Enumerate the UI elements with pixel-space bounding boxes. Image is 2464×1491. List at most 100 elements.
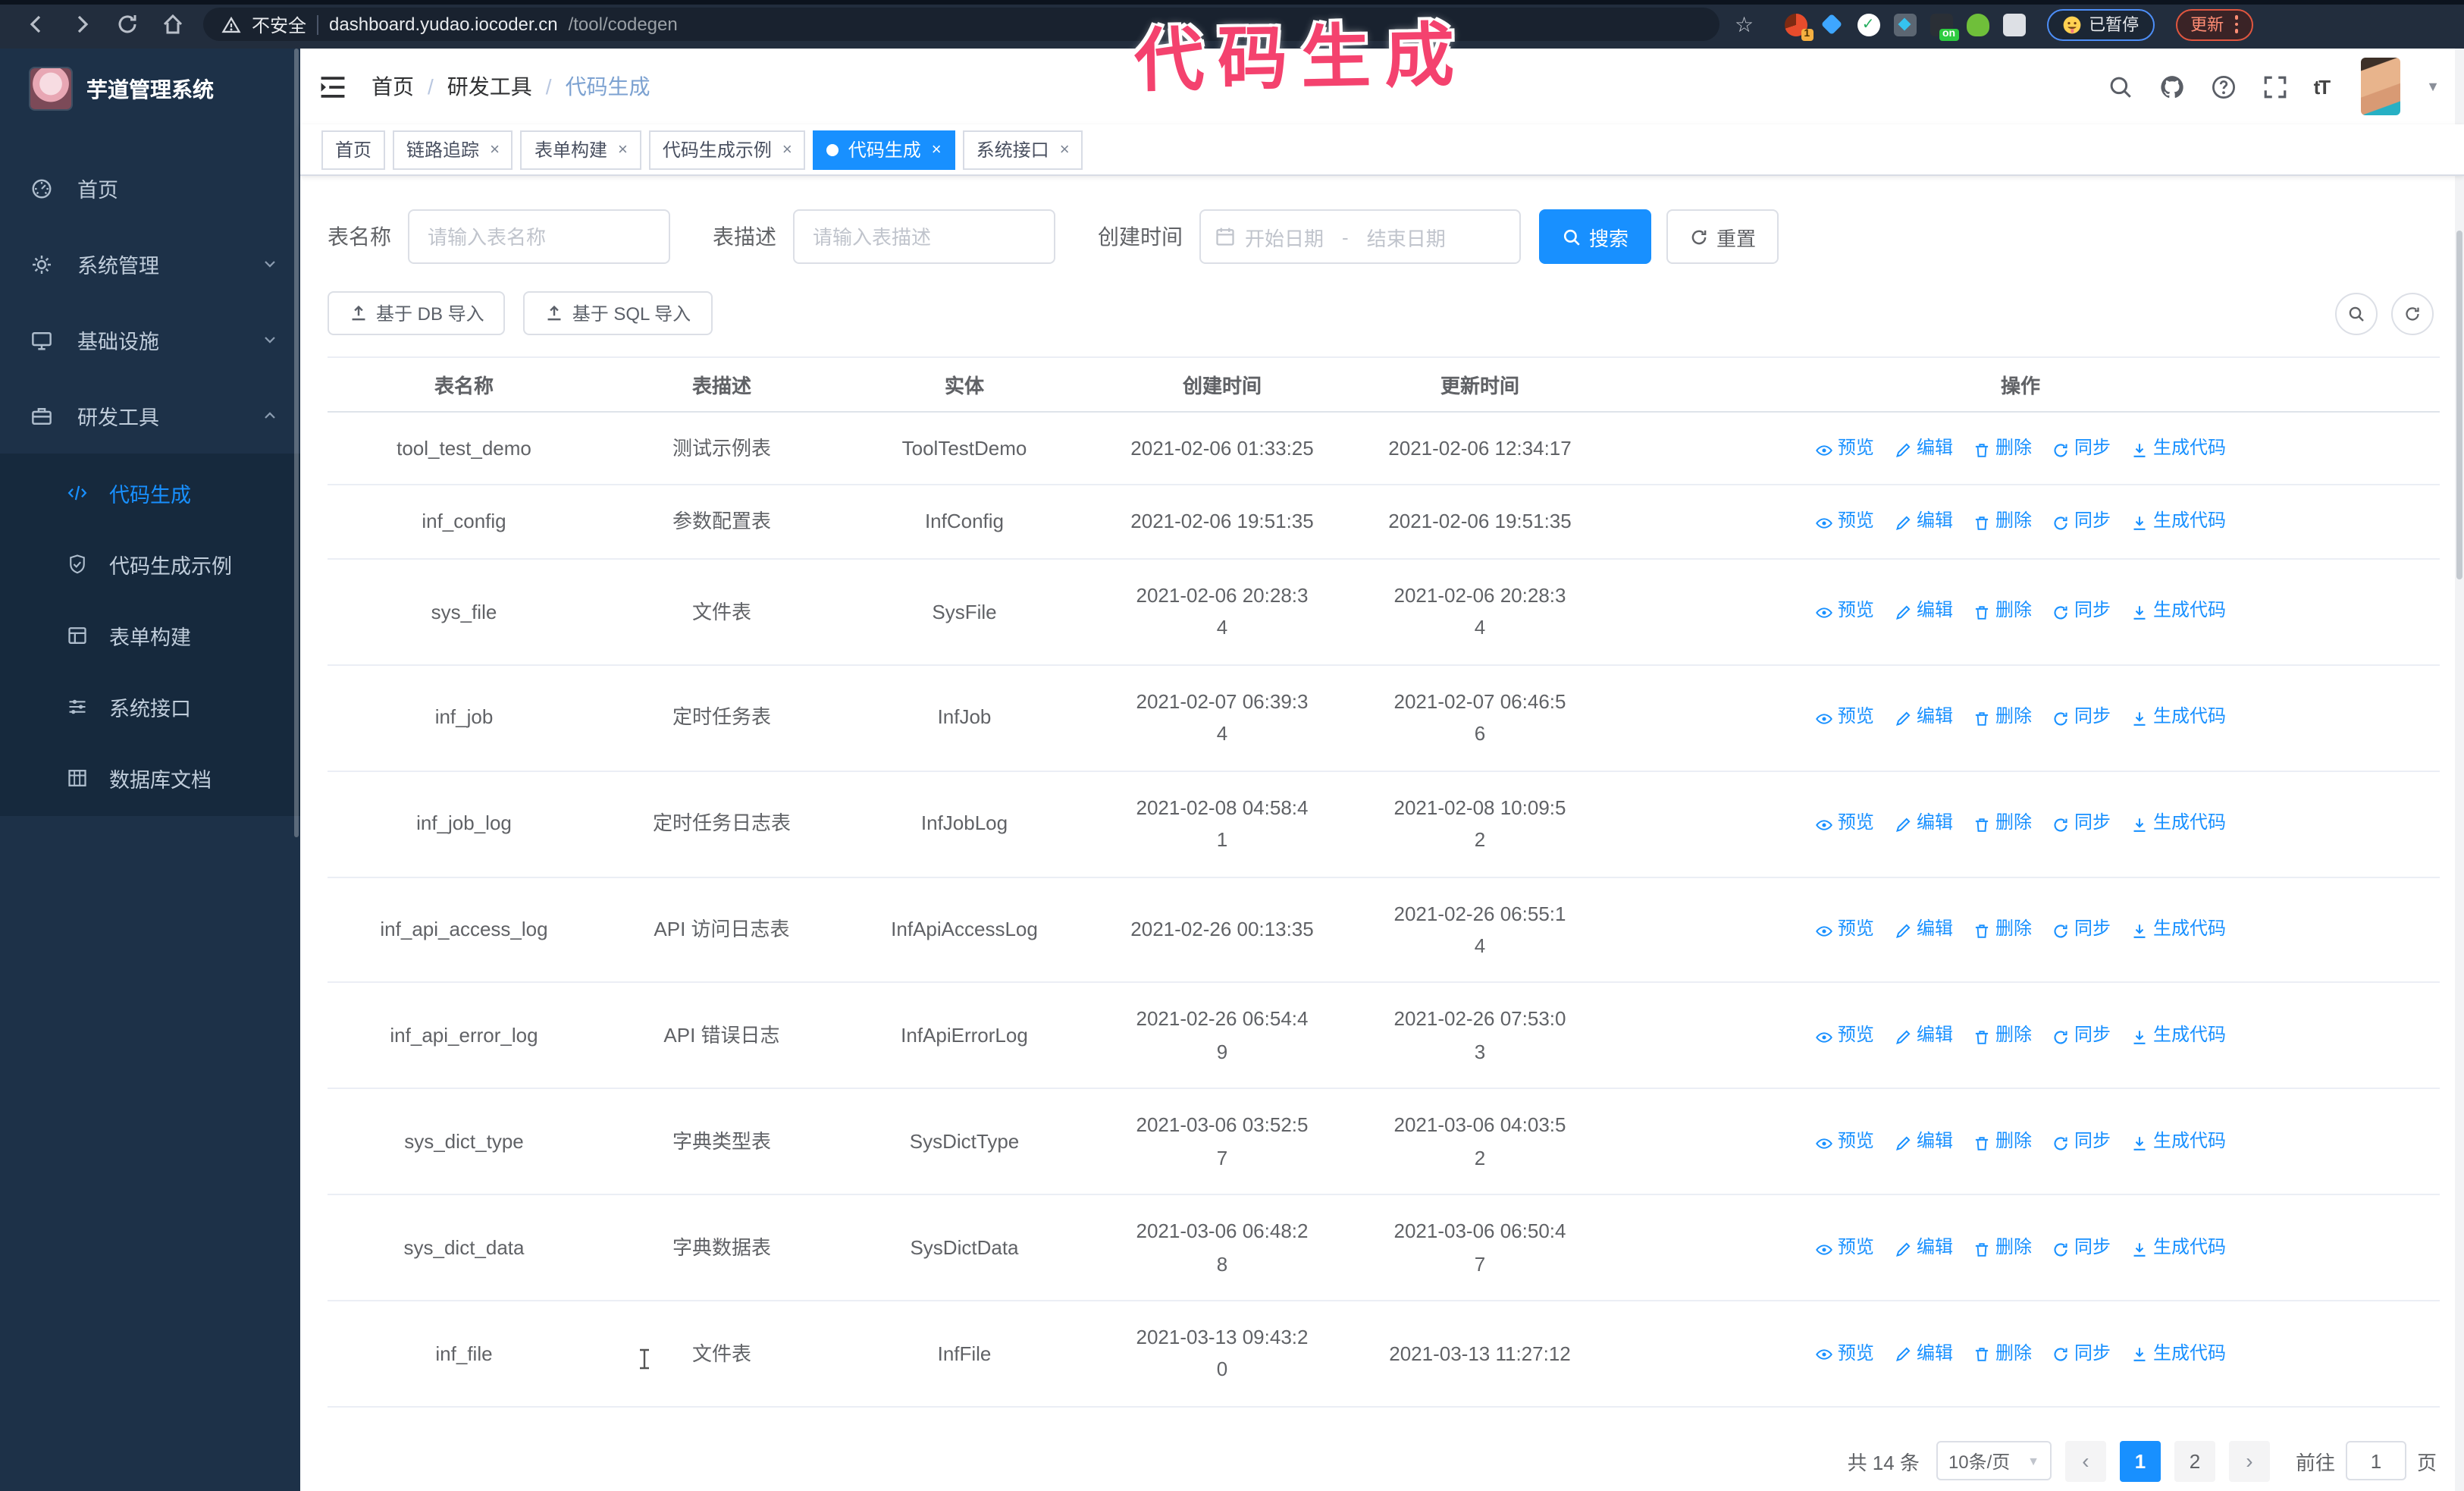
extension-icon[interactable]	[1893, 13, 1917, 36]
sync-action[interactable]: 同步	[2052, 915, 2111, 945]
page-scrollbar[interactable]	[2455, 49, 2464, 1491]
delete-action[interactable]: 删除	[1973, 507, 2032, 538]
edit-action[interactable]: 编辑	[1894, 1232, 1953, 1263]
tab-codegen-demo[interactable]: 代码生成示例 ×	[648, 130, 806, 169]
breadcrumb-item[interactable]: 研发工具	[447, 71, 532, 102]
sidebar-item-db-doc[interactable]: 数据库文档	[0, 742, 300, 813]
refresh-table-button[interactable]	[2391, 292, 2434, 334]
sync-action[interactable]: 同步	[2052, 1232, 2111, 1263]
edit-action[interactable]: 编辑	[1894, 1021, 1953, 1051]
extension-icon[interactable]	[1820, 13, 1843, 36]
edit-action[interactable]: 编辑	[1894, 1127, 1953, 1157]
tab-close-icon[interactable]: ×	[490, 140, 500, 159]
extension-icon[interactable]: 1	[1784, 13, 1814, 40]
forward-icon[interactable]	[70, 12, 94, 36]
sync-action[interactable]: 同步	[2052, 1339, 2111, 1369]
preview-action[interactable]: 预览	[1815, 915, 1874, 945]
delete-action[interactable]: 删除	[1973, 1021, 2032, 1051]
sidebar-item-devtools[interactable]: 研发工具	[0, 378, 300, 454]
sync-action[interactable]: 同步	[2052, 434, 2111, 464]
generate-code-action[interactable]: 生成代码	[2130, 703, 2226, 733]
preview-action[interactable]: 预览	[1815, 1339, 1874, 1369]
sync-action[interactable]: 同步	[2052, 507, 2111, 538]
sync-action[interactable]: 同步	[2052, 1127, 2111, 1157]
edit-action[interactable]: 编辑	[1894, 1339, 1953, 1369]
reset-button[interactable]: 重置	[1666, 209, 1779, 264]
delete-action[interactable]: 删除	[1973, 1232, 2032, 1263]
extension-icon[interactable]: on	[1930, 13, 1959, 40]
github-icon[interactable]	[2159, 74, 2185, 99]
extension-icon[interactable]	[1857, 13, 1880, 36]
next-page-button[interactable]	[2228, 1440, 2270, 1482]
generate-code-action[interactable]: 生成代码	[2130, 597, 2226, 627]
page-size-select[interactable]: 10条/页	[1936, 1441, 2052, 1481]
tab-close-icon[interactable]: ×	[782, 140, 792, 159]
browser-menu-icon[interactable]	[2234, 15, 2239, 33]
generate-code-action[interactable]: 生成代码	[2130, 808, 2226, 839]
logo[interactable]: 芋道管理系统	[0, 49, 300, 129]
sync-action[interactable]: 同步	[2052, 808, 2111, 839]
page-button-2[interactable]: 2	[2174, 1440, 2215, 1482]
help-icon[interactable]	[2211, 74, 2237, 99]
sidebar-item-infra[interactable]: 基础设施	[0, 302, 300, 378]
extensions-puzzle-icon[interactable]	[2002, 13, 2026, 36]
preview-action[interactable]: 预览	[1815, 1232, 1874, 1263]
tab-form-builder[interactable]: 表单构建 ×	[520, 130, 641, 169]
back-icon[interactable]	[24, 12, 49, 36]
table-name-input[interactable]	[408, 209, 670, 264]
search-icon[interactable]	[2108, 74, 2133, 99]
preview-action[interactable]: 预览	[1815, 808, 1874, 839]
avatar[interactable]	[2361, 58, 2401, 115]
tab-api[interactable]: 系统接口 ×	[962, 130, 1083, 169]
preview-action[interactable]: 预览	[1815, 703, 1874, 733]
sidebar-item-codegen-demo[interactable]: 代码生成示例	[0, 528, 300, 599]
extension-icon[interactable]	[1966, 13, 1989, 36]
sidebar-scrollbar[interactable]	[294, 49, 299, 837]
preview-action[interactable]: 预览	[1815, 1127, 1874, 1157]
sidebar-item-system[interactable]: 系统管理	[0, 226, 300, 302]
toggle-search-button[interactable]	[2335, 292, 2378, 334]
tab-codegen[interactable]: 代码生成 ×	[813, 130, 955, 169]
edit-action[interactable]: 编辑	[1894, 808, 1953, 839]
sidebar-item-api[interactable]: 系统接口	[0, 670, 300, 742]
import-sql-button[interactable]: 基于 SQL 导入	[523, 291, 713, 335]
preview-action[interactable]: 预览	[1815, 434, 1874, 464]
search-button[interactable]: 搜索	[1539, 209, 1652, 264]
scrollbar-thumb[interactable]	[2456, 231, 2462, 579]
import-db-button[interactable]: 基于 DB 导入	[328, 291, 506, 335]
tab-close-icon[interactable]: ×	[618, 140, 628, 159]
delete-action[interactable]: 删除	[1973, 915, 2032, 945]
tab-trace[interactable]: 链路追踪 ×	[393, 130, 513, 169]
date-range-picker[interactable]: 开始日期 - 结束日期	[1199, 209, 1521, 264]
table-desc-input[interactable]	[793, 209, 1055, 264]
prev-page-button[interactable]	[2064, 1440, 2106, 1482]
tab-home[interactable]: 首页	[321, 130, 386, 169]
generate-code-action[interactable]: 生成代码	[2130, 1339, 2226, 1369]
goto-page-input[interactable]	[2345, 1441, 2406, 1481]
preview-action[interactable]: 预览	[1815, 597, 1874, 627]
edit-action[interactable]: 编辑	[1894, 703, 1953, 733]
fullscreen-icon[interactable]	[2262, 74, 2288, 99]
breadcrumb-item[interactable]: 首页	[371, 71, 414, 102]
preview-action[interactable]: 预览	[1815, 507, 1874, 538]
home-icon[interactable]	[161, 12, 185, 36]
user-menu-caret-icon[interactable]	[2426, 79, 2440, 94]
sidebar-item-form-builder[interactable]: 表单构建	[0, 599, 300, 670]
generate-code-action[interactable]: 生成代码	[2130, 1021, 2226, 1051]
generate-code-action[interactable]: 生成代码	[2130, 1232, 2226, 1263]
browser-update-button[interactable]: 更新	[2175, 8, 2254, 40]
edit-action[interactable]: 编辑	[1894, 507, 1953, 538]
delete-action[interactable]: 删除	[1973, 597, 2032, 627]
edit-action[interactable]: 编辑	[1894, 597, 1953, 627]
reload-icon[interactable]	[115, 12, 140, 36]
delete-action[interactable]: 删除	[1973, 703, 2032, 733]
generate-code-action[interactable]: 生成代码	[2130, 507, 2226, 538]
profile-paused-badge[interactable]: 已暂停	[2046, 8, 2155, 40]
delete-action[interactable]: 删除	[1973, 1339, 2032, 1369]
date-start-placeholder[interactable]: 开始日期	[1245, 222, 1324, 251]
sync-action[interactable]: 同步	[2052, 703, 2111, 733]
edit-action[interactable]: 编辑	[1894, 915, 1953, 945]
sync-action[interactable]: 同步	[2052, 1021, 2111, 1051]
sidebar-item-codegen[interactable]: 代码生成	[0, 457, 300, 528]
delete-action[interactable]: 删除	[1973, 434, 2032, 464]
